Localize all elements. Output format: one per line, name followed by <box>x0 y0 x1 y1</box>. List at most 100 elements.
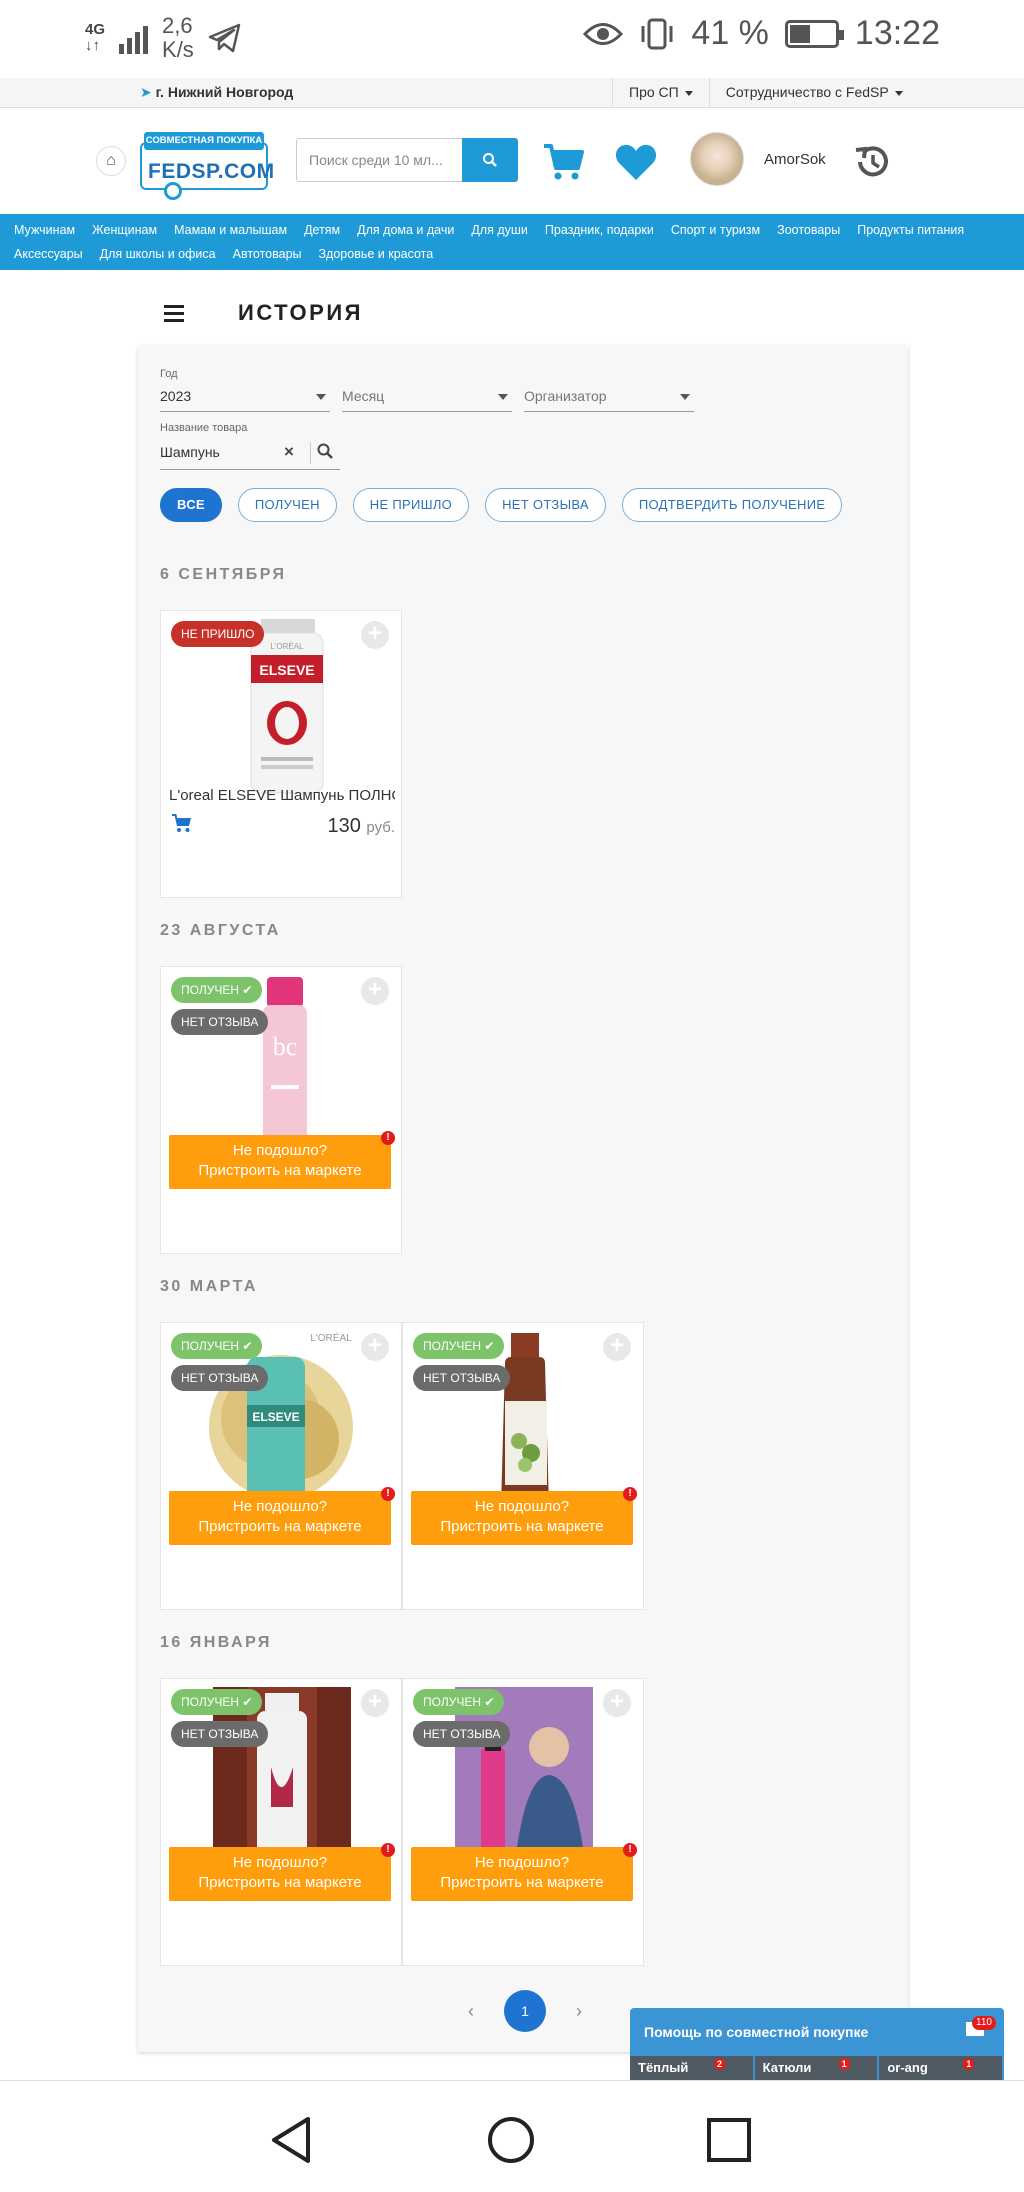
cart-icon[interactable] <box>542 142 586 182</box>
market-button[interactable]: Не подошло? Пристроить на маркете ! <box>169 1843 395 1901</box>
unread-badge: 1 <box>963 2058 975 2070</box>
chip-all[interactable]: ВСЕ <box>160 488 222 522</box>
svg-text:L'ORÉAL: L'ORÉAL <box>270 642 304 651</box>
site-logo[interactable]: СОВМЕСТНАЯ ПОКУПКА FEDSP.COM <box>140 122 274 200</box>
battery-icon <box>784 19 844 48</box>
category-pets[interactable]: Зоотовары <box>777 218 840 242</box>
market-button[interactable]: Не подошло? Пристроить на маркете ! <box>169 1131 395 1189</box>
favorites-heart-icon[interactable] <box>614 142 658 182</box>
network-speed: 2,6 K/s <box>162 13 194 62</box>
check-icon: ✔ <box>484 1339 495 1353</box>
add-icon[interactable]: + <box>361 621 389 649</box>
category-moms[interactable]: Мамам и малышам <box>174 218 287 242</box>
page-1-button[interactable]: 1 <box>504 1990 546 2032</box>
search-icon[interactable] <box>316 442 334 460</box>
status-badge: НЕ ПРИШЛО <box>171 621 265 647</box>
year-select[interactable]: 2023 <box>160 382 330 412</box>
about-sp-menu[interactable]: Про СП <box>612 78 709 108</box>
category-accessories[interactable]: Аксессуары <box>14 242 83 266</box>
battery-percent: 41 % <box>691 14 769 52</box>
status-filter-chips: ВСЕ ПОЛУЧЕН НЕ ПРИШЛО НЕТ ОТЗЫВА ПОДТВЕР… <box>160 488 843 522</box>
username[interactable]: AmorSok <box>764 151 826 168</box>
cooperation-menu[interactable]: Сотрудничество с FedSP <box>708 78 919 108</box>
order-card[interactable]: bc ПОЛУЧЕН ✔ НЕТ ОТЗЫВА + Не подошло? При… <box>160 966 402 1254</box>
status-badge: ПОЛУЧЕН ✔ <box>413 1333 505 1359</box>
site-header: ⌂ СОВМЕСТНАЯ ПОКУПКА FEDSP.COM Поиск сре… <box>0 108 1024 214</box>
market-button[interactable]: Не подошло? Пристроить на маркете ! <box>169 1487 395 1545</box>
market-button[interactable]: Не подошло? Пристроить на маркете ! <box>411 1487 637 1545</box>
category-women[interactable]: Женщинам <box>92 218 157 242</box>
month-select[interactable]: Месяц <box>342 382 512 412</box>
order-card[interactable]: ПОЛУЧЕН ✔ НЕТ ОТЗЫВА + Не подошло? Пристр… <box>402 1322 644 1610</box>
product-name[interactable]: L'oreal ELSEVE Шампунь ПОЛНОЕ ВОССТАНОВЛ… <box>169 787 395 804</box>
order-card[interactable]: ELSEVE L'ORÉAL НЕ ПРИШЛО + L'oreal ELSEV… <box>160 610 402 898</box>
recents-icon[interactable] <box>706 2117 752 2163</box>
category-men[interactable]: Мужчинам <box>14 218 75 242</box>
history-panel: Год 2023 Месяц Организатор Название това… <box>138 346 908 2052</box>
back-icon[interactable] <box>268 2115 316 2165</box>
date-heading: 23 АВГУСТА <box>160 922 281 939</box>
category-food[interactable]: Продукты питания <box>857 218 964 242</box>
review-badge: НЕТ ОТЗЫВА <box>171 1009 269 1035</box>
history-icon[interactable] <box>852 142 892 182</box>
check-icon: ✔ <box>242 1695 253 1709</box>
chat-contact[interactable]: Тёплый 2 <box>630 2056 753 2080</box>
add-icon[interactable]: + <box>361 1333 389 1361</box>
chip-received[interactable]: ПОЛУЧЕН <box>237 488 337 522</box>
chat-contact[interactable]: Катюли 1 <box>754 2056 878 2080</box>
add-icon[interactable]: + <box>361 977 389 1005</box>
organizer-select[interactable]: Организатор <box>524 382 694 412</box>
clear-icon[interactable]: × <box>284 442 294 462</box>
market-button[interactable]: Не подошло? Пристроить на маркете ! <box>411 1843 637 1901</box>
telegram-icon <box>208 23 241 53</box>
home-circle-icon[interactable] <box>486 2115 536 2165</box>
chip-not-arrived[interactable]: НЕ ПРИШЛО <box>352 488 470 522</box>
svg-text:ELSEVE: ELSEVE <box>259 662 314 678</box>
help-widget[interactable]: Помощь по совместной покупке 110 Тёплый 2… <box>630 2008 1004 2080</box>
category-holiday[interactable]: Праздник, подарки <box>545 218 654 242</box>
order-card[interactable]: ПОЛУЧЕН ✔ НЕТ ОТЗЫВА + Не подошло? Пристр… <box>402 1678 644 1966</box>
caret-down-icon <box>894 90 903 96</box>
vibrate-icon <box>641 18 673 49</box>
category-soul[interactable]: Для души <box>471 218 528 242</box>
product-search-field[interactable]: Шампунь × <box>160 438 340 470</box>
next-page-button[interactable]: › <box>576 2001 582 2022</box>
home-icon[interactable]: ⌂ <box>96 146 126 176</box>
category-auto[interactable]: Автотовары <box>233 242 302 266</box>
status-bar: 4G ↓↑ 2,6 K/s 41 % 13:22 <box>0 0 1024 78</box>
category-health[interactable]: Здоровье и красота <box>319 242 434 266</box>
menu-burger-icon[interactable] <box>164 305 184 322</box>
chip-confirm-receipt[interactable]: ПОДТВЕРДИТЬ ПОЛУЧЕНИЕ <box>621 488 843 522</box>
add-icon[interactable]: + <box>361 1689 389 1717</box>
clock: 13:22 <box>854 14 940 52</box>
category-school[interactable]: Для школы и офиса <box>100 242 216 266</box>
add-icon[interactable]: + <box>603 1333 631 1361</box>
caret-down-icon <box>684 90 693 96</box>
date-heading: 6 СЕНТЯБРЯ <box>160 566 287 583</box>
alert-badge: ! <box>623 1843 637 1857</box>
cart-icon[interactable] <box>171 813 193 833</box>
prev-page-button[interactable]: ‹ <box>468 2001 474 2022</box>
review-badge: НЕТ ОТЗЫВА <box>171 1365 269 1391</box>
category-kids[interactable]: Детям <box>304 218 340 242</box>
check-icon: ✔ <box>242 983 253 997</box>
order-card[interactable]: ПОЛУЧЕН ✔ НЕТ ОТЗЫВА + Не подошло? Пристр… <box>160 1678 402 1966</box>
pagination: ‹ 1 › <box>468 1990 582 2032</box>
page-title: ИСТОРИЯ <box>238 300 363 325</box>
add-icon[interactable]: + <box>603 1689 631 1717</box>
network-type: 4G ↓↑ <box>85 21 106 54</box>
dropdown-arrow-icon <box>680 394 690 400</box>
search-button[interactable] <box>462 138 518 182</box>
chip-no-review[interactable]: НЕТ ОТЗЫВА <box>485 488 606 522</box>
status-badge: ПОЛУЧЕН ✔ <box>413 1689 505 1715</box>
chat-contact[interactable]: or-ang 1 <box>879 2056 1003 2080</box>
status-badge: ПОЛУЧЕН ✔ <box>171 1689 263 1715</box>
check-icon: ✔ <box>484 1695 495 1709</box>
category-home[interactable]: Для дома и дачи <box>357 218 454 242</box>
category-sport[interactable]: Спорт и туризм <box>671 218 760 242</box>
dropdown-arrow-icon <box>316 394 326 400</box>
price: 130 руб. <box>327 815 395 837</box>
user-avatar[interactable] <box>690 132 744 186</box>
order-card[interactable]: ELSEVE L'ORÉAL ПОЛУЧЕН ✔ НЕТ ОТЗЫВА + Не… <box>160 1322 402 1610</box>
city-selector[interactable]: ➤ г. Нижний Новгород <box>140 84 293 101</box>
